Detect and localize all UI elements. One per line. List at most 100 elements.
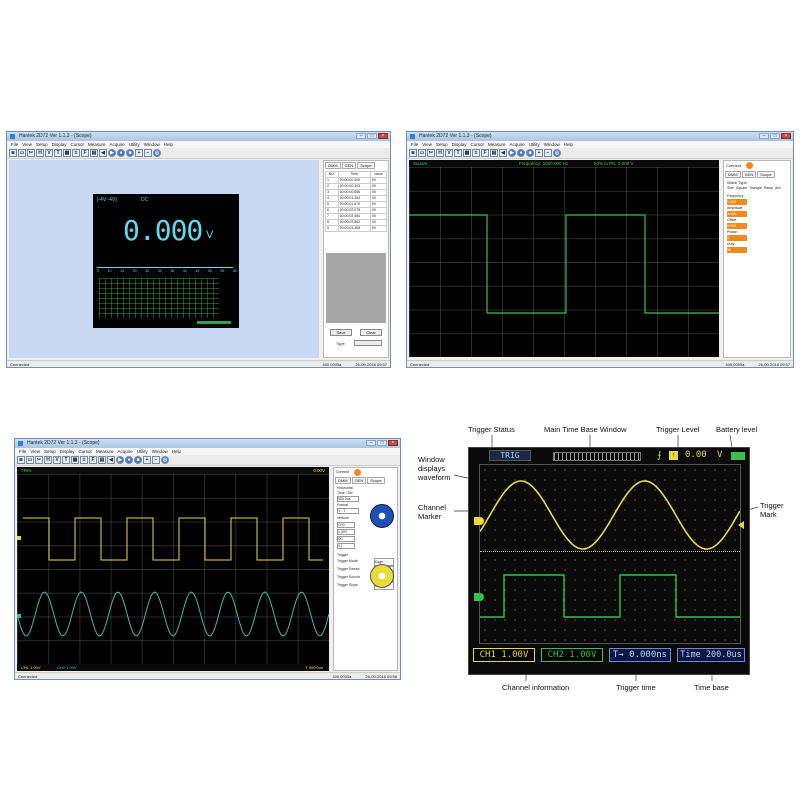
menu-acquire[interactable]: Acquire — [118, 448, 133, 455]
menu-help[interactable]: Help — [564, 141, 573, 148]
maximize-button[interactable]: □ — [377, 440, 387, 446]
arrow-left-icon[interactable]: ◀ — [99, 149, 107, 157]
scissors-icon[interactable]: ✂ — [35, 456, 43, 464]
tab-gen[interactable]: GEN — [741, 171, 757, 178]
record-icon[interactable]: ● — [517, 149, 525, 157]
play-icon[interactable]: ▶ — [108, 149, 116, 157]
bars-icon[interactable]: ▤ — [90, 149, 98, 157]
folder-icon[interactable]: ▭ — [18, 149, 26, 157]
tab-dmm[interactable]: DMM — [725, 171, 741, 178]
play-icon[interactable]: ▶ — [508, 149, 516, 157]
math-icon[interactable]: ± — [72, 149, 80, 157]
menu-utility[interactable]: Utility — [137, 448, 148, 455]
zoom-out-icon[interactable]: − — [152, 456, 160, 464]
play-icon[interactable]: ▶ — [116, 456, 124, 464]
v-icon[interactable]: V — [45, 149, 53, 157]
measure-icon[interactable]: ▦ — [71, 456, 79, 464]
measure-icon[interactable]: ▦ — [63, 149, 71, 157]
t-icon[interactable]: T — [54, 149, 62, 157]
record-icon[interactable]: ● — [117, 149, 125, 157]
volt-knob[interactable] — [370, 564, 394, 588]
camera-icon[interactable]: ◙ — [409, 149, 417, 157]
h-icon[interactable]: H — [44, 456, 52, 464]
minimize-button[interactable]: – — [759, 133, 769, 139]
folder-icon[interactable]: ▭ — [26, 456, 34, 464]
zoom-out-icon[interactable]: − — [544, 149, 552, 157]
format-value[interactable]: Y - T — [337, 508, 359, 514]
wave-sine[interactable]: Sine — [727, 186, 734, 190]
menu-file[interactable]: File — [19, 448, 26, 455]
wave-ramp[interactable]: Ramp — [764, 186, 773, 190]
tab-dmm[interactable]: DMM — [335, 477, 351, 484]
math-icon[interactable]: ± — [472, 149, 480, 157]
menu-view[interactable]: View — [22, 141, 32, 148]
probe-select[interactable]: X1 — [337, 543, 355, 549]
menu-help[interactable]: Help — [164, 141, 173, 148]
menu-acquire[interactable]: Acquire — [110, 141, 125, 148]
stop-icon[interactable]: ■ — [134, 456, 142, 464]
measure-icon[interactable]: ▦ — [463, 149, 471, 157]
tab-scope[interactable]: Scope — [757, 171, 775, 178]
fft-icon[interactable]: F — [89, 456, 97, 464]
v-icon[interactable]: V — [53, 456, 61, 464]
volt-div-select[interactable]: 1.00V — [337, 529, 355, 535]
t-icon[interactable]: T — [454, 149, 462, 157]
menu-cursor[interactable]: Cursor — [70, 141, 84, 148]
close-button[interactable]: × — [781, 133, 791, 139]
tab-dmm[interactable]: DMM — [325, 162, 341, 169]
wave-triangle[interactable]: Triangle — [749, 186, 762, 190]
stop-icon[interactable]: ■ — [126, 149, 134, 157]
coupling-select[interactable]: DC — [337, 536, 355, 542]
h-icon[interactable]: H — [36, 149, 44, 157]
globe-icon[interactable]: ◎ — [161, 456, 169, 464]
menu-display[interactable]: Display — [60, 448, 75, 455]
menu-file[interactable]: File — [411, 141, 418, 148]
menu-window[interactable]: Window — [144, 141, 160, 148]
stop-icon[interactable]: ■ — [526, 149, 534, 157]
tab-scope[interactable]: Scope — [367, 477, 385, 484]
table-row[interactable]: 9 00:00:03.308 0V — [325, 225, 388, 232]
menu-cursor[interactable]: Cursor — [470, 141, 484, 148]
menu-view[interactable]: View — [30, 448, 40, 455]
maximize-button[interactable]: □ — [770, 133, 780, 139]
h-icon[interactable]: H — [436, 149, 444, 157]
clear-button[interactable]: Clear — [360, 329, 382, 336]
fft-icon[interactable]: F — [481, 149, 489, 157]
menu-setup[interactable]: Setup — [44, 448, 56, 455]
arrow-left-icon[interactable]: ◀ — [499, 149, 507, 157]
menu-utility[interactable]: Utility — [129, 141, 140, 148]
zoom-in-icon[interactable]: + — [535, 149, 543, 157]
type-select[interactable] — [354, 340, 382, 346]
menu-help[interactable]: Help — [172, 448, 181, 455]
menu-display[interactable]: Display — [52, 141, 67, 148]
bars-icon[interactable]: ▤ — [98, 456, 106, 464]
menu-setup[interactable]: Setup — [36, 141, 48, 148]
globe-icon[interactable]: ◎ — [153, 149, 161, 157]
close-button[interactable]: × — [378, 133, 388, 139]
wave-arb[interactable]: Arb — [775, 186, 780, 190]
record-icon[interactable]: ● — [125, 456, 133, 464]
menu-utility[interactable]: Utility — [529, 141, 540, 148]
menu-acquire[interactable]: Acquire — [510, 141, 525, 148]
scissors-icon[interactable]: ✂ — [427, 149, 435, 157]
t-icon[interactable]: T — [62, 456, 70, 464]
param-duty-value[interactable]: 50 — [727, 247, 747, 253]
minimize-button[interactable]: – — [356, 133, 366, 139]
fft-icon[interactable]: F — [81, 149, 89, 157]
menu-measure[interactable]: Measure — [96, 448, 114, 455]
globe-icon[interactable]: ◎ — [553, 149, 561, 157]
menu-measure[interactable]: Measure — [88, 141, 106, 148]
menu-window[interactable]: Window — [152, 448, 168, 455]
menu-measure[interactable]: Measure — [488, 141, 506, 148]
menu-window[interactable]: Window — [544, 141, 560, 148]
save-button[interactable]: Save — [330, 329, 352, 336]
v-icon[interactable]: V — [445, 149, 453, 157]
tab-gen[interactable]: GEN — [351, 477, 367, 484]
zoom-in-icon[interactable]: + — [135, 149, 143, 157]
menu-file[interactable]: File — [11, 141, 18, 148]
tab-scope[interactable]: Scope — [357, 162, 375, 169]
zoom-in-icon[interactable]: + — [143, 456, 151, 464]
zoom-out-icon[interactable]: − — [144, 149, 152, 157]
arrow-left-icon[interactable]: ◀ — [107, 456, 115, 464]
close-button[interactable]: × — [388, 440, 398, 446]
